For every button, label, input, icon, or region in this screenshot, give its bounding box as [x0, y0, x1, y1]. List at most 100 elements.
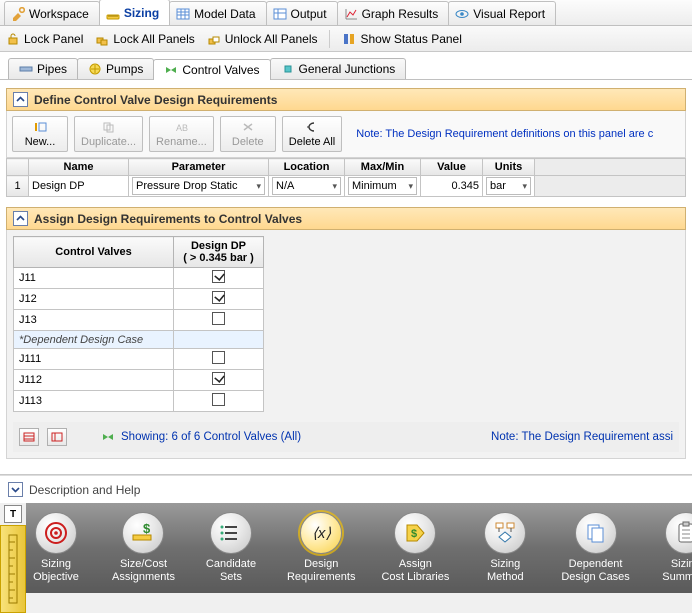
step-size-cost[interactable]: $ Size/Cost Assignments — [112, 512, 175, 583]
cell-maxmin[interactable]: Minimum▾ — [345, 176, 421, 197]
subtab-pipes[interactable]: Pipes — [8, 58, 78, 79]
cell-location[interactable]: N/A▾ — [269, 176, 345, 197]
duplicate-icon — [102, 121, 116, 135]
grid-view-button[interactable] — [19, 428, 39, 446]
lock-open-icon — [6, 32, 20, 46]
tab-visual-report[interactable]: Visual Report — [448, 1, 556, 25]
valve-name[interactable]: J13 — [14, 310, 174, 331]
subtab-pipes-label: Pipes — [37, 62, 67, 76]
status-panel-icon — [342, 32, 356, 46]
step-sizing-objective[interactable]: Sizing Objective — [26, 512, 86, 583]
duplicate-button[interactable]: Duplicate... — [74, 116, 143, 152]
chevron-down-icon: ▾ — [256, 181, 261, 192]
svg-text:$: $ — [411, 528, 417, 540]
target-icon — [43, 520, 69, 546]
subtab-general-junctions[interactable]: General Junctions — [270, 58, 407, 79]
desc-help-label: Description and Help — [29, 483, 140, 497]
table-icon — [176, 7, 190, 21]
valve-name[interactable]: J111 — [14, 349, 174, 370]
list-icon — [218, 520, 244, 546]
wrench-icon — [11, 7, 25, 21]
col-parameter[interactable]: Parameter — [129, 159, 269, 176]
tag-dollar-icon: $ — [402, 520, 428, 546]
chevron-down-icon: ▾ — [522, 181, 527, 192]
unlock-all-button[interactable]: Unlock All Panels — [207, 32, 318, 46]
step-label: Assign Cost Libraries — [381, 558, 449, 583]
clipboard-icon — [673, 520, 692, 546]
cell-value[interactable]: 0.345 — [421, 176, 483, 197]
tab-model-data[interactable]: Model Data — [169, 1, 266, 25]
valve-check[interactable] — [174, 289, 264, 310]
valve-name[interactable]: J11 — [14, 268, 174, 289]
step-assign-cost-libraries[interactable]: $ Assign Cost Libraries — [381, 512, 449, 583]
valve-check[interactable] — [174, 349, 264, 370]
show-status-button[interactable]: Show Status Panel — [342, 32, 461, 46]
subtab-pumps[interactable]: Pumps — [77, 58, 154, 79]
valve-icon — [101, 430, 115, 444]
valve-check[interactable] — [174, 370, 264, 391]
table-row: J111 — [14, 349, 264, 370]
lock-all-icon — [95, 32, 109, 46]
collapse-define-button[interactable] — [13, 92, 28, 107]
step-sizing-summary[interactable]: Sizing Summary — [656, 512, 692, 583]
chevron-down-icon: ▾ — [332, 181, 337, 192]
rename-button[interactable]: AB Rename... — [149, 116, 214, 152]
tab-output[interactable]: Output — [266, 1, 338, 25]
col-location[interactable]: Location — [269, 159, 345, 176]
row-index[interactable]: 1 — [7, 176, 29, 197]
lock-panel-button[interactable]: Lock Panel — [6, 32, 83, 46]
documents-icon — [583, 520, 609, 546]
valve-check[interactable] — [174, 268, 264, 289]
cell-name[interactable]: Design DP — [29, 176, 129, 197]
section-define-title: Define Control Valve Design Requirements — [34, 93, 277, 107]
table-row: J113 — [14, 391, 264, 412]
collapse-desc-button[interactable] — [8, 482, 23, 497]
tab-sizing[interactable]: Sizing — [99, 0, 170, 25]
col-units[interactable]: Units — [483, 159, 535, 176]
valve-name[interactable]: J112 — [14, 370, 174, 391]
subtab-control-valves[interactable]: Control Valves — [153, 59, 270, 80]
col-maxmin[interactable]: Max/Min — [345, 159, 421, 176]
col-value[interactable]: Value — [421, 159, 483, 176]
col-name[interactable]: Name — [29, 159, 129, 176]
variable-icon: ⟨x⟩ — [308, 520, 334, 546]
text-size-button[interactable]: T — [4, 505, 22, 523]
define-table: Name Parameter Location Max/Min Value Un… — [6, 158, 686, 197]
collapse-assign-button[interactable] — [13, 211, 28, 226]
ruler-tab[interactable] — [0, 525, 26, 613]
output-icon — [273, 7, 287, 21]
tab-workspace[interactable]: Workspace — [4, 1, 100, 25]
valve-check[interactable] — [174, 391, 264, 412]
valve-name[interactable]: J12 — [14, 289, 174, 310]
step-sizing-method[interactable]: Sizing Method — [475, 512, 535, 583]
new-label: New... — [25, 136, 56, 148]
step-candidate-sets[interactable]: Candidate Sets — [201, 512, 261, 583]
ruler-dollar-icon: $ — [130, 520, 156, 546]
delete-label: Delete — [232, 136, 264, 148]
unlock-all-icon — [207, 32, 221, 46]
list-view-button[interactable] — [47, 428, 67, 446]
svg-text:AB: AB — [176, 123, 188, 133]
delete-icon — [241, 121, 255, 135]
lock-all-button[interactable]: Lock All Panels — [95, 32, 194, 46]
subtab-pumps-label: Pumps — [106, 62, 143, 76]
new-button[interactable]: New... — [12, 116, 68, 152]
col-control-valves[interactable]: Control Valves — [14, 237, 174, 268]
delete-all-button[interactable]: Delete All — [282, 116, 342, 152]
cell-units[interactable]: bar▾ — [483, 176, 535, 197]
delete-all-label: Delete All — [289, 136, 335, 148]
tab-graph-results[interactable]: Graph Results — [337, 1, 450, 25]
lock-all-label: Lock All Panels — [113, 32, 194, 46]
table-row: J12 — [14, 289, 264, 310]
step-design-requirements[interactable]: ⟨x⟩ Design Requirements — [287, 512, 355, 583]
col-design-dp[interactable]: Design DP ( > 0.345 bar ) — [174, 237, 264, 268]
delete-button[interactable]: Delete — [220, 116, 276, 152]
pipe-icon — [19, 62, 33, 76]
cell-parameter[interactable]: Pressure Drop Static▾ — [129, 176, 269, 197]
step-dependent-design-cases[interactable]: Dependent Design Cases — [561, 512, 629, 583]
tab-sizing-label: Sizing — [124, 6, 159, 20]
valve-check[interactable] — [174, 310, 264, 331]
duplicate-label: Duplicate... — [81, 136, 136, 148]
valve-name[interactable]: J113 — [14, 391, 174, 412]
separator-label: *Dependent Design Case — [14, 331, 174, 349]
